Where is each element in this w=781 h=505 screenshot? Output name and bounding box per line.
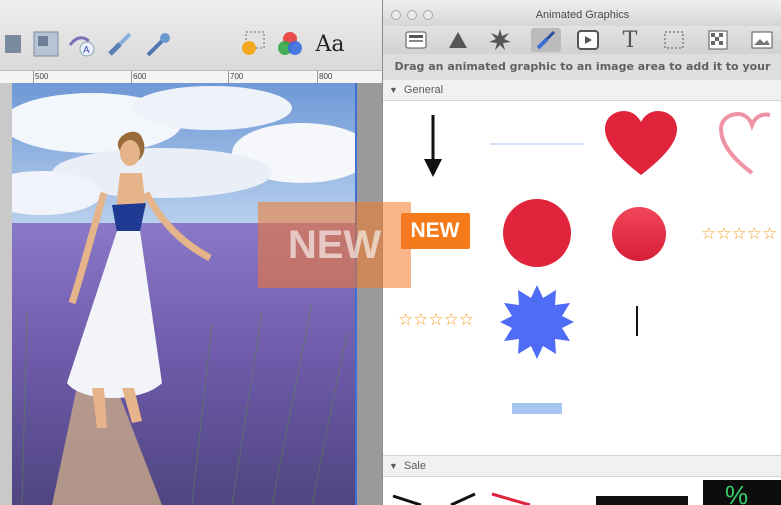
stars-graphic[interactable]: ☆☆☆☆☆ (393, 306, 479, 334)
eyedropper-icon[interactable] (142, 28, 174, 60)
ruler-label: 500 (35, 72, 49, 81)
window-titlebar: Animated Graphics (383, 0, 781, 26)
dragging-new-badge: NEW (258, 202, 411, 288)
blue-bar-shape (512, 402, 562, 414)
color-icon[interactable] (274, 28, 306, 60)
arrow-graphic[interactable] (393, 110, 473, 182)
shape-tool-icon[interactable] (443, 28, 473, 52)
red-circle-graphic[interactable] (501, 197, 573, 269)
horizontal-ruler: 500 600 700 800 (0, 70, 382, 84)
red-gradient-circle-graphic[interactable] (609, 204, 669, 264)
blue-bar-graphic[interactable] (509, 398, 565, 418)
disclosure-triangle-icon[interactable]: ▼ (389, 456, 398, 476)
brush-icon[interactable] (104, 28, 136, 60)
pattern-tool-icon[interactable] (703, 28, 733, 52)
sale-graphic-4[interactable]: % (703, 480, 781, 505)
heart-outline-graphic[interactable] (718, 108, 781, 180)
animated-graphics-window: Animated Graphics T Drag an animated gra… (382, 0, 781, 505)
layers-icon[interactable] (0, 28, 28, 60)
svg-text:%: % (725, 480, 748, 505)
text-tool-icon[interactable]: T (615, 28, 645, 53)
panel-toolbar: T (383, 26, 781, 54)
media-tool-icon[interactable] (573, 28, 603, 52)
ruler-label: 700 (230, 72, 244, 81)
text-path-icon[interactable]: A (66, 28, 98, 60)
sale-black-box (596, 496, 688, 505)
ruler-label: 800 (319, 72, 333, 81)
section-label: Sale (403, 460, 426, 472)
sale-graphic-1[interactable] (389, 486, 479, 505)
font-icon[interactable]: Aa (312, 28, 348, 60)
lavender-photo[interactable] (12, 83, 355, 505)
section-sale[interactable]: ▼ Sale (383, 455, 781, 477)
line-graphic[interactable] (489, 132, 585, 156)
canvas-shadow (357, 83, 382, 505)
svg-text:A: A (83, 45, 90, 56)
stars-graphic[interactable]: ☆☆☆☆☆ (701, 220, 781, 248)
canvas-margin (0, 83, 12, 505)
text-box-tool-icon[interactable] (401, 28, 431, 52)
ruler-label: 600 (133, 72, 147, 81)
effects-icon[interactable] (236, 28, 268, 60)
drag-hint: Drag an animated graphic to an image are… (383, 54, 781, 99)
cursor-line-graphic[interactable] (619, 304, 655, 338)
heart-graphic[interactable] (603, 108, 679, 180)
editor-toolbar: A Aa (0, 0, 382, 70)
sale-graphic-2[interactable] (489, 488, 549, 505)
selection-tool-icon[interactable] (659, 28, 689, 52)
arrange-icon[interactable] (30, 28, 62, 60)
brush-tool-icon[interactable] (531, 28, 561, 52)
section-label: General (403, 84, 444, 96)
section-general[interactable]: ▼ General (383, 80, 781, 101)
blue-starburst-graphic[interactable] (499, 284, 575, 360)
disclosure-triangle-icon[interactable]: ▼ (389, 80, 398, 100)
sale-graphic-3[interactable] (595, 496, 689, 505)
starburst-tool-icon[interactable] (485, 28, 515, 52)
image-tool-icon[interactable] (747, 28, 777, 52)
window-title: Animated Graphics (535, 9, 630, 21)
